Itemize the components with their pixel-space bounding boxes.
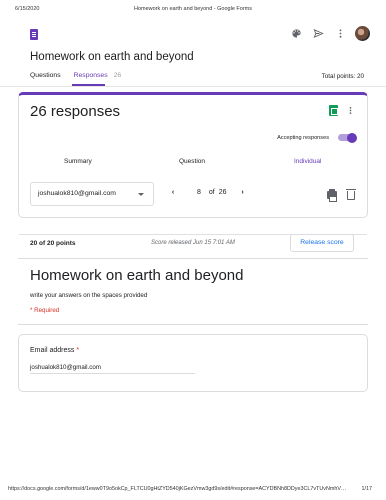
respondent-select[interactable]: joshualok810@gmail.com [30, 182, 154, 206]
accepting-responses-toggle[interactable] [338, 132, 357, 143]
delete-icon[interactable] [346, 189, 356, 200]
print-url: https://docs.google.com/forms/d/1eww0T9o… [8, 486, 348, 492]
top-actions [289, 26, 370, 41]
doc-title[interactable]: Homework on earth and beyond [30, 51, 194, 63]
score-divider [18, 258, 368, 259]
forms-logo-icon[interactable] [30, 29, 38, 40]
pager-total: 26 [218, 189, 227, 196]
question-label-text: Email address [30, 347, 75, 354]
chevron-left-icon[interactable]: ‹ [167, 189, 179, 196]
response-view-tabs: Summary Question Individual [19, 158, 367, 235]
score-bar: 20 of 20 points Score released Jun 15 7:… [18, 230, 368, 258]
palette-icon[interactable] [289, 27, 303, 41]
responses-card: 26 responses Accepting responses Summary… [18, 92, 368, 235]
form-description: write your answers on the spaces provide… [30, 292, 148, 299]
avatar[interactable] [355, 26, 370, 41]
tab-responses[interactable]: Responses [74, 72, 108, 79]
tab-questions[interactable]: Questions [30, 72, 61, 79]
more-vert-icon[interactable] [346, 106, 355, 117]
form-title: Homework on earth and beyond [30, 267, 244, 284]
dropdown-caret-icon [138, 193, 144, 196]
question-label: Email address * [30, 347, 79, 354]
release-score-button[interactable]: Release score [290, 234, 354, 252]
email-answer-field: joshualok810@gmail.com [30, 364, 195, 374]
responses-count-badge: 26 [113, 72, 122, 79]
score-points: 20 of 20 points [30, 240, 76, 247]
required-asterisk: * [76, 347, 80, 354]
tab-individual[interactable]: Individual [294, 158, 321, 165]
print-title: Homework on earth and beyond - Google Fo… [133, 6, 252, 12]
respondent-select-value: joshualok810@gmail.com [38, 190, 116, 197]
accepting-responses-label: Accepting responses [277, 135, 329, 141]
tabs-divider [0, 86, 386, 87]
top-bar [0, 26, 386, 44]
tab-summary[interactable]: Summary [64, 158, 92, 165]
score-released-status: Score released Jun 15 7:01 AM [151, 240, 235, 246]
pager-of: of [208, 189, 215, 196]
total-points: Total points: 20 [321, 73, 364, 80]
print-icon[interactable] [327, 189, 337, 202]
main-tabs: Questions Responses 26 [30, 72, 121, 79]
more-vert-icon[interactable] [333, 27, 347, 41]
tab-question[interactable]: Question [179, 158, 205, 165]
chevron-right-icon[interactable]: › [237, 189, 249, 196]
question-card-email: Email address * joshualok810@gmail.com [18, 334, 368, 392]
form-header-divider [18, 324, 368, 325]
responses-heading: 26 responses [30, 103, 121, 120]
required-note: * Required [30, 307, 60, 314]
response-pager: ‹ 8 of 26 › [167, 189, 249, 196]
print-page-number: 1/17 [361, 486, 373, 492]
pager-current[interactable]: 8 [197, 189, 201, 196]
sheets-icon[interactable] [329, 105, 338, 116]
send-icon[interactable] [311, 27, 325, 41]
